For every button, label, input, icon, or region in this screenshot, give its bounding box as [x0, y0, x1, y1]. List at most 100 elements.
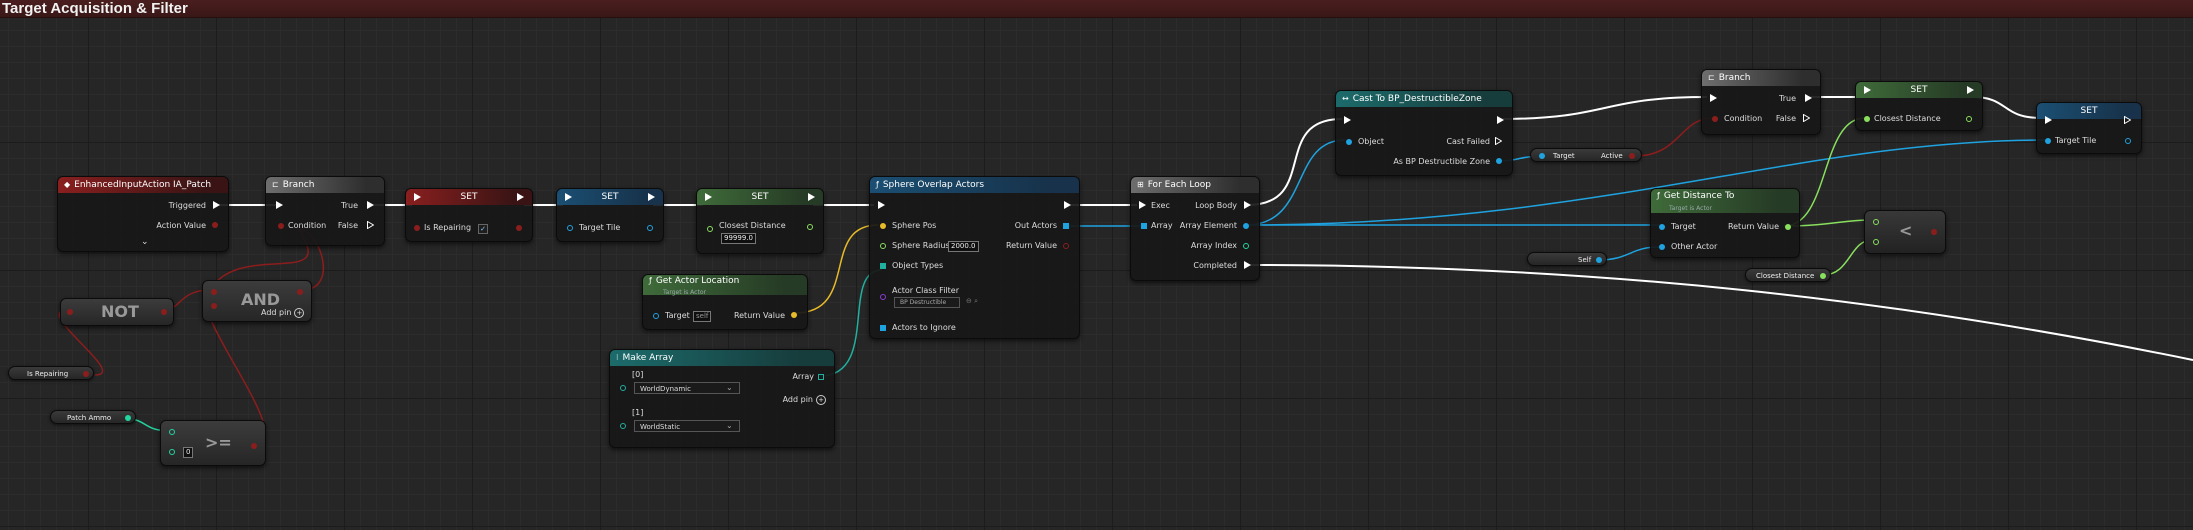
- enhanced-input-action-node[interactable]: ◆ EnhancedInputAction IA_Patch Triggered …: [57, 176, 229, 252]
- filter-browse-icon[interactable]: ⊖ ⌕: [966, 297, 978, 306]
- result-pin[interactable]: [1931, 229, 1937, 235]
- array-out-pin[interactable]: [818, 374, 824, 380]
- other-actor-pin[interactable]: [1659, 244, 1665, 250]
- add-pin-button[interactable]: Add pin +: [783, 395, 826, 405]
- item0-dropdown[interactable]: WorldDynamic: [634, 382, 740, 394]
- exec-in-pin[interactable]: [1864, 86, 1871, 94]
- and-node[interactable]: AND Add pin +: [202, 280, 312, 322]
- patch-ammo-pin[interactable]: [125, 415, 131, 421]
- set-target-tile-node-2[interactable]: SET Target Tile: [2036, 102, 2142, 154]
- target-tile-out-pin[interactable]: [647, 225, 653, 231]
- and-a-pin[interactable]: [211, 289, 217, 295]
- closest-distance-out-pin[interactable]: [807, 224, 813, 230]
- closest-distance-pin[interactable]: [1864, 116, 1870, 122]
- b-value[interactable]: 0: [183, 447, 194, 458]
- target-pin[interactable]: [1539, 153, 1545, 159]
- is-repairing-pin[interactable]: [414, 225, 420, 231]
- make-array-node[interactable]: ⁝ Make Array [0] WorldDynamic ⌄ [1] World…: [609, 349, 835, 448]
- sphere-radius-pin[interactable]: [880, 243, 886, 249]
- target-pin[interactable]: [653, 313, 659, 319]
- get-distance-to-node[interactable]: ƒ Get Distance To Target is Actor Target …: [1650, 188, 1800, 258]
- patch-ammo-getter-node[interactable]: Patch Ammo: [50, 410, 136, 424]
- greater-equal-node[interactable]: 0 >=: [160, 420, 266, 466]
- sphere-overlap-actors-node[interactable]: ƒ Sphere Overlap Actors Sphere Pos Sphere…: [869, 176, 1080, 339]
- sphere-pos-pin[interactable]: [880, 223, 886, 229]
- cast-failed-exec-pin[interactable]: [1495, 137, 1502, 145]
- and-out-pin[interactable]: [297, 289, 303, 295]
- exec-in-pin[interactable]: [1139, 201, 1146, 209]
- active-getter-node[interactable]: Target Active: [1530, 148, 1642, 162]
- exec-in-pin[interactable]: [878, 201, 885, 209]
- active-pin[interactable]: [1629, 153, 1635, 159]
- out-actors-pin[interactable]: [1063, 223, 1069, 229]
- sphere-radius-value[interactable]: 2000.0: [948, 241, 979, 252]
- set-is-repairing-node[interactable]: SET Is Repairing ✓: [405, 188, 533, 242]
- b-pin[interactable]: [1873, 239, 1879, 245]
- closest-distance-getter-node[interactable]: Closest Distance: [1745, 268, 1831, 282]
- set-closest-distance-node-1[interactable]: SET Closest Distance 99999.0: [696, 188, 824, 254]
- add-pin-button[interactable]: Add pin +: [261, 308, 305, 318]
- exec-in-pin[interactable]: [414, 193, 421, 201]
- as-destructible-zone-pin[interactable]: [1496, 158, 1502, 164]
- set-closest-distance-node-2[interactable]: SET Closest Distance: [1855, 81, 1983, 131]
- exec-out-pin[interactable]: [1497, 116, 1504, 124]
- exec-in-pin[interactable]: [2045, 116, 2052, 124]
- chevron-down-icon[interactable]: ⌄: [141, 237, 149, 247]
- exec-out-pin[interactable]: [808, 193, 815, 201]
- array-in-pin[interactable]: [1141, 223, 1147, 229]
- action-value-pin[interactable]: [212, 222, 218, 228]
- b-pin[interactable]: [169, 449, 175, 455]
- closest-distance-pin[interactable]: [707, 226, 713, 232]
- return-value-pin[interactable]: [1063, 243, 1069, 249]
- loop-body-exec-pin[interactable]: [1244, 201, 1251, 209]
- not-node[interactable]: NOT: [60, 298, 174, 326]
- actor-class-filter-dropdown[interactable]: BP Destructible: [894, 297, 960, 308]
- target-tile-pin[interactable]: [567, 225, 573, 231]
- closest-distance-pin[interactable]: [1820, 273, 1826, 279]
- target-tile-out-pin[interactable]: [2125, 138, 2131, 144]
- for-each-loop-node[interactable]: ⊞ For Each Loop Exec Array Loop Body Arra…: [1130, 176, 1260, 281]
- item0-pin[interactable]: [620, 385, 626, 391]
- return-value-pin[interactable]: [1785, 224, 1791, 230]
- item1-dropdown[interactable]: WorldStatic: [634, 420, 740, 432]
- actor-class-filter-pin[interactable]: [880, 294, 886, 300]
- object-pin[interactable]: [1346, 139, 1352, 145]
- self-getter-node[interactable]: Self: [1527, 252, 1607, 266]
- is-repairing-checkbox[interactable]: ✓: [478, 224, 488, 234]
- not-out-pin[interactable]: [161, 309, 167, 315]
- is-repairing-pin[interactable]: [83, 371, 89, 377]
- true-exec-pin[interactable]: [1805, 94, 1812, 102]
- not-in-pin[interactable]: [67, 309, 73, 315]
- exec-in-pin[interactable]: [1344, 116, 1351, 124]
- actors-to-ignore-pin[interactable]: [880, 325, 886, 331]
- exec-out-pin[interactable]: [1967, 86, 1974, 94]
- is-repairing-out-pin[interactable]: [516, 225, 522, 231]
- item1-pin[interactable]: [620, 423, 626, 429]
- object-types-pin[interactable]: [880, 263, 886, 269]
- exec-out-pin[interactable]: [1064, 201, 1071, 209]
- closest-distance-out-pin[interactable]: [1966, 116, 1972, 122]
- true-exec-pin[interactable]: [367, 201, 374, 209]
- false-exec-pin[interactable]: [1803, 114, 1810, 122]
- exec-in-pin[interactable]: [565, 193, 572, 201]
- closest-distance-value[interactable]: 99999.0: [721, 233, 756, 244]
- exec-in-pin[interactable]: [276, 201, 283, 209]
- set-target-tile-node-1[interactable]: SET Target Tile: [556, 188, 664, 242]
- false-exec-pin[interactable]: [367, 221, 374, 229]
- branch-node-1[interactable]: ⊏ Branch Condition True False: [265, 176, 385, 246]
- exec-out-pin[interactable]: [648, 193, 655, 201]
- exec-out-pin[interactable]: [2124, 116, 2131, 124]
- target-value[interactable]: self: [693, 311, 712, 322]
- get-actor-location-node[interactable]: ƒ Get Actor Location Target is Actor Targ…: [642, 274, 808, 330]
- a-pin[interactable]: [169, 429, 175, 435]
- branch-node-2[interactable]: ⊏ Branch Condition True False: [1701, 69, 1821, 135]
- condition-pin[interactable]: [1712, 116, 1718, 122]
- a-pin[interactable]: [1873, 219, 1879, 225]
- exec-out-pin[interactable]: [517, 193, 524, 201]
- cast-to-destructible-zone-node[interactable]: ↔ Cast To BP_DestructibleZone Object Cast…: [1335, 90, 1513, 176]
- target-tile-pin[interactable]: [2045, 138, 2051, 144]
- triggered-exec-pin[interactable]: [213, 201, 220, 209]
- array-element-pin[interactable]: [1243, 223, 1249, 229]
- result-pin[interactable]: [251, 443, 257, 449]
- is-repairing-getter-node[interactable]: Is Repairing: [8, 366, 94, 380]
